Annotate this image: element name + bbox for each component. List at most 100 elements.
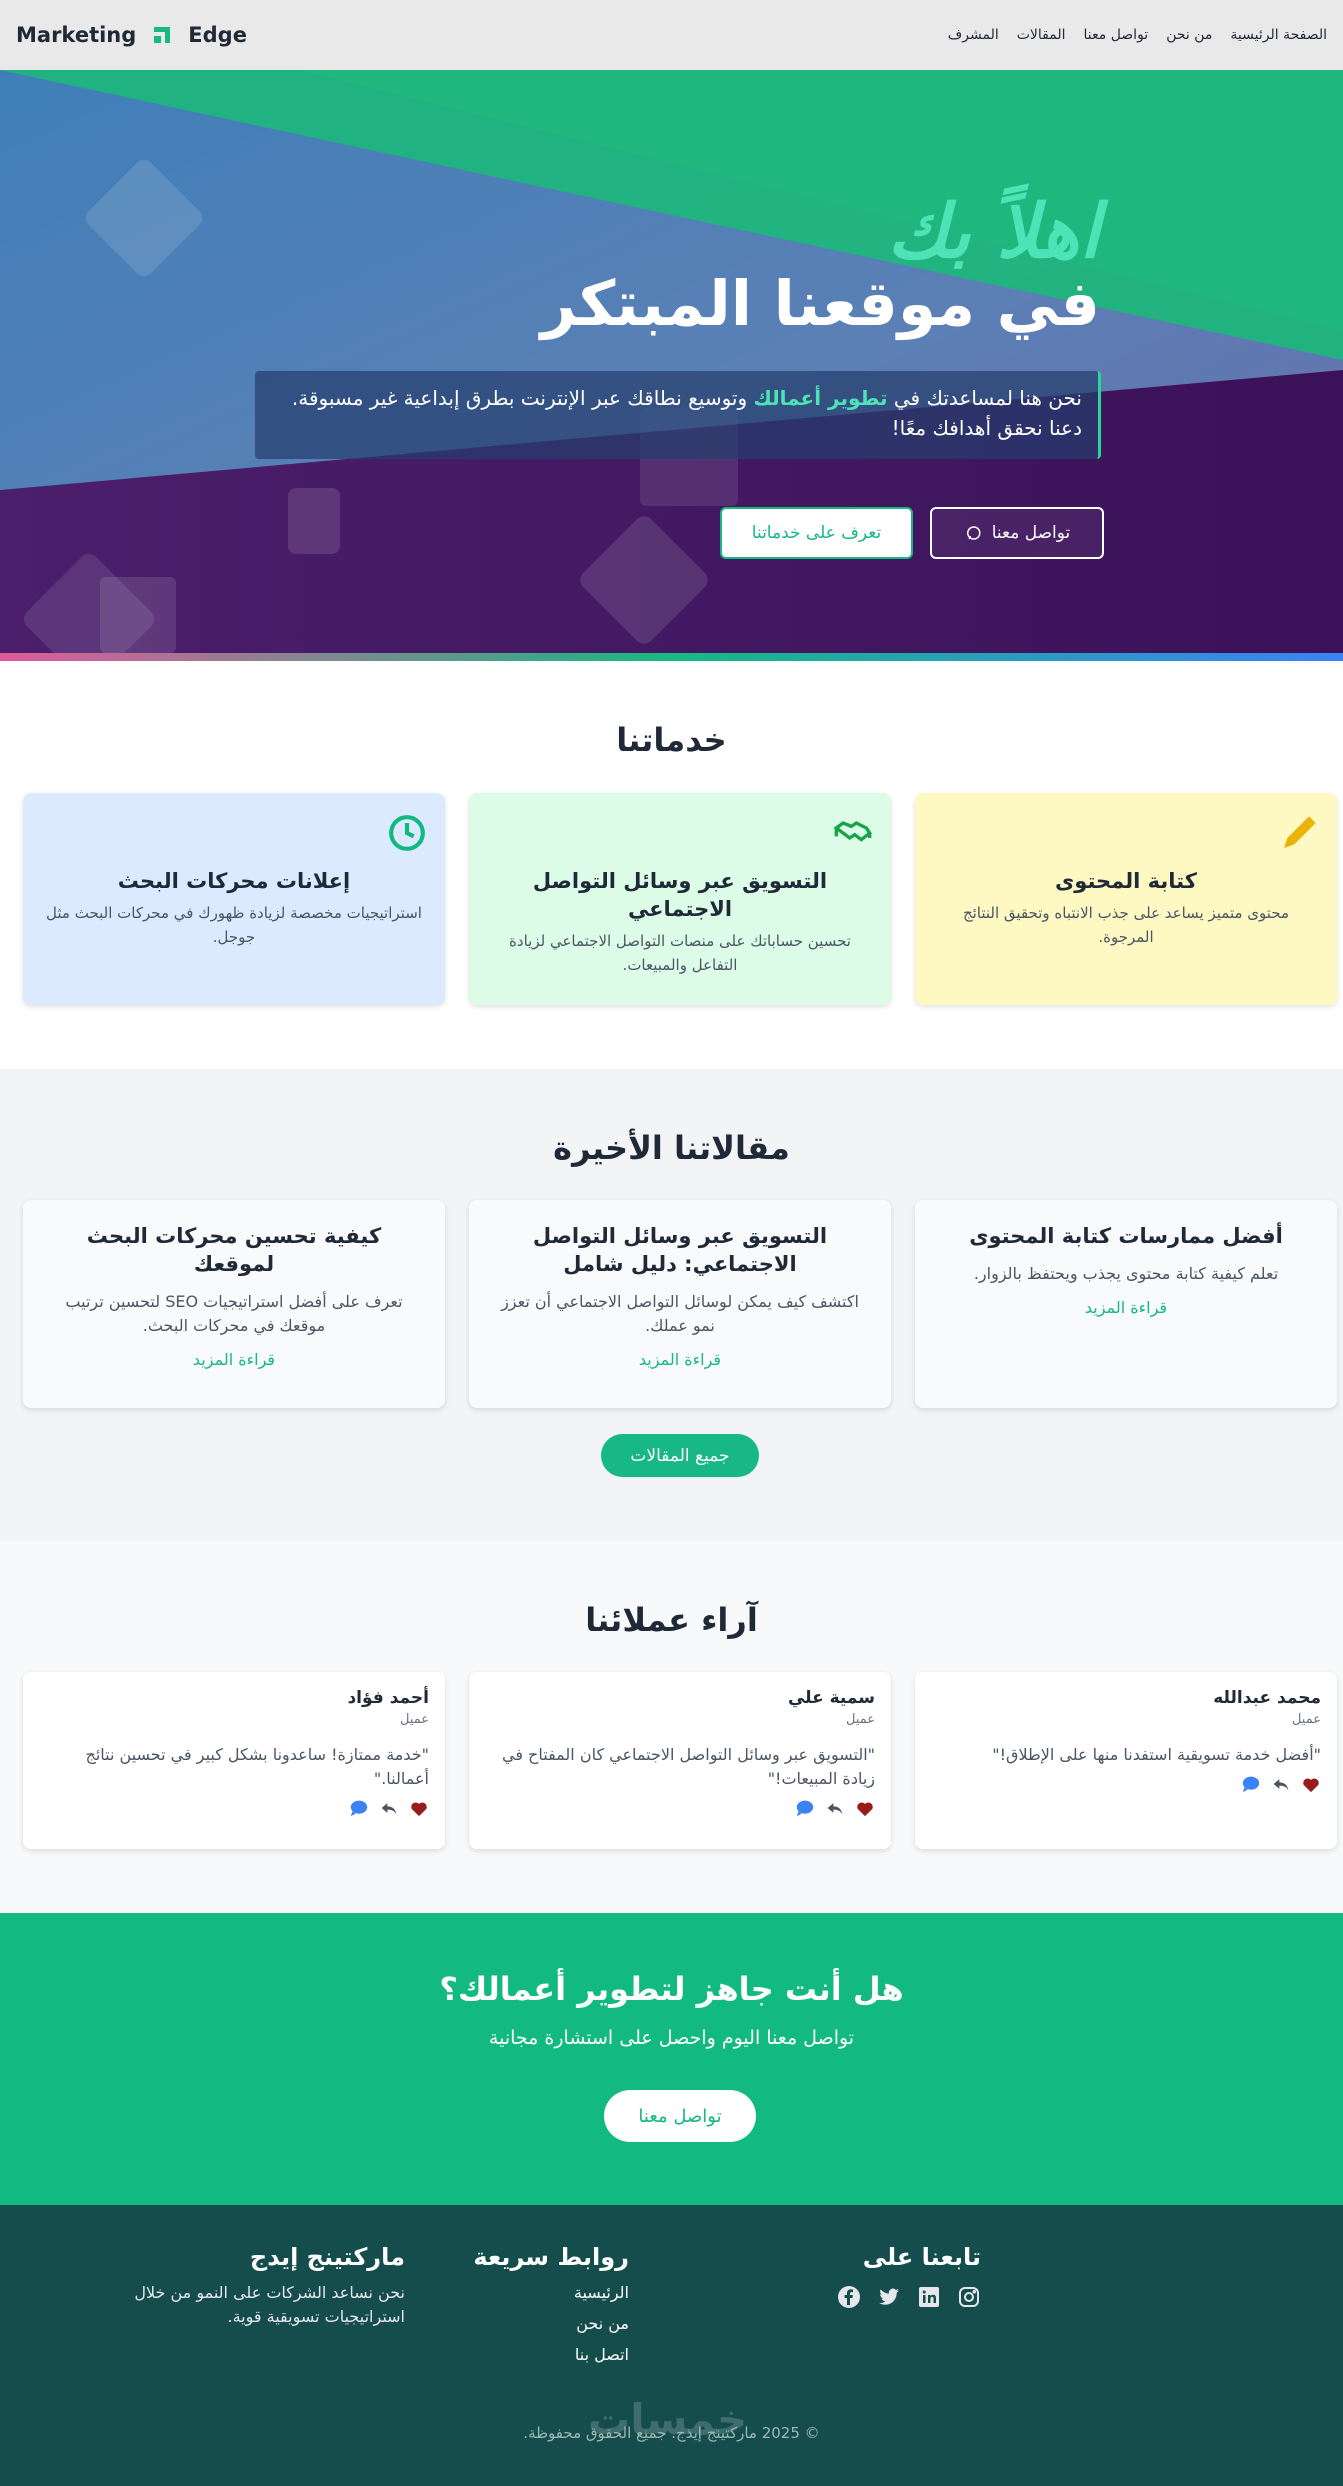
read-more-link[interactable]: قراءة المزيد (495, 1350, 865, 1369)
cta-subtitle: تواصل معنا اليوم واحصل على استشارة مجاني… (488, 2027, 855, 2049)
service-title: كتابة المحتوى (1055, 869, 1197, 893)
services-title: خدماتنا (616, 721, 727, 759)
footer-about: ماركتينج إيدج نحن نساعد الشركات على النم… (115, 2243, 405, 2329)
handshake-icon (833, 821, 872, 842)
hero-contact-button[interactable]: تواصل معنا (930, 507, 1104, 559)
service-desc: تحسين حساباتك على منصات التواصل الاجتماع… (509, 932, 851, 974)
cta-contact-button[interactable]: تواصل معنا (604, 2090, 756, 2142)
pencil-icon (1284, 816, 1316, 848)
footer-links-title: روابط سريعة (473, 2243, 629, 2271)
testimonials-title: آراء عملائنا (585, 1601, 758, 1639)
article-card: أفضل ممارسات كتابة المحتوى تعلم كيفية كت… (915, 1200, 1337, 1408)
testimonial-actions (39, 1799, 429, 1817)
testimonial-name: أحمد فؤاد (347, 1688, 429, 1708)
testimonial-quote: "خدمة ممتازة! ساعدونا بشكل كبير في تحسين… (85, 1745, 430, 1788)
testimonial-name: محمد عبدالله (1213, 1688, 1321, 1708)
footer-quick-links: روابط سريعة الرئيسية من نحن اتصل بنا (473, 2243, 629, 2376)
all-articles-button[interactable]: جميع المقالات (601, 1434, 759, 1477)
service-desc: محتوى متميز يساعد على جذب الانتباه وتحقي… (962, 904, 1290, 946)
testimonials-section: آراء عملائنا محمد عبدالله عميل "أفضل خدم… (0, 1541, 1343, 1913)
twitter-icon[interactable] (877, 2285, 901, 2309)
read-more-link[interactable]: قراءة المزيد (49, 1350, 419, 1369)
nav-link-articles[interactable]: المقالات (1017, 27, 1066, 43)
hero-description-highlight: تطوير أعمالك (753, 386, 888, 410)
article-desc: تعلم كيفية كتابة محتوى يجذب ويحتفظ بالزو… (973, 1264, 1279, 1283)
footer-link-about[interactable]: من نحن (473, 2314, 629, 2333)
footer-follow-title: تابعنا على (862, 2243, 981, 2271)
hero-welcome: اهلاً بك (887, 189, 1100, 275)
comment-icon[interactable] (1241, 1775, 1261, 1793)
services-section: خدماتنا كتابة المحتوى محتوى متميز يساعد … (0, 661, 1343, 1069)
footer-link-home[interactable]: الرئيسية (473, 2283, 629, 2302)
footer-link-contact[interactable]: اتصل بنا (473, 2345, 629, 2364)
heart-icon[interactable] (855, 1799, 875, 1817)
read-more-link[interactable]: قراءة المزيد (941, 1298, 1311, 1317)
hero-background (0, 70, 1343, 661)
testimonial-actions (485, 1799, 875, 1817)
article-title: التسويق عبر وسائل التواصل الاجتماعي: دلي… (532, 1224, 828, 1276)
testimonial-card: محمد عبدالله عميل "أفضل خدمة تسويقية است… (915, 1672, 1337, 1849)
reply-icon[interactable] (825, 1799, 845, 1817)
clock-icon (389, 815, 425, 851)
nav-links: الصفحة الرئيسية من نحن تواصل معنا المقال… (948, 27, 1327, 43)
nav-link-home[interactable]: الصفحة الرئيسية (1230, 27, 1327, 43)
footer-about-title: ماركتينج إيدج (249, 2243, 405, 2271)
linkedin-icon[interactable] (917, 2285, 941, 2309)
articles-section: مقالاتنا الأخيرة أفضل ممارسات كتابة المح… (0, 1069, 1343, 1541)
article-desc: تعرف على أفضل استراتيجيات SEO لتحسين ترت… (65, 1292, 403, 1335)
heart-icon[interactable] (409, 1799, 429, 1817)
testimonial-role: عميل (1291, 1712, 1321, 1727)
hero-description-pre: نحن هنا لمساعدتك في (893, 386, 1082, 410)
testimonial-card: سمية علي عميل "التسويق عبر وسائل التواصل… (469, 1672, 891, 1849)
nav-link-about[interactable]: من نحن (1166, 27, 1212, 43)
article-desc: اكتشف كيف يمكن لوسائل التواصل الاجتماعي … (501, 1292, 859, 1335)
service-title: التسويق عبر وسائل التواصل الاجتماعي (532, 869, 828, 921)
hero-contact-label: تواصل معنا (991, 523, 1071, 543)
hero-services-button[interactable]: تعرف على خدماتنا (720, 507, 913, 559)
footer-about-text: نحن نساعد الشركات على النمو من خلال استر… (134, 2283, 405, 2326)
testimonial-quote: "التسويق عبر وسائل التواصل الاجتماعي كان… (501, 1745, 875, 1788)
chat-icon (966, 526, 981, 540)
hero-gradient-strip (0, 653, 1343, 661)
cta-title: هل أنت جاهز لتطوير أعمالك؟ (439, 1970, 904, 2008)
hero-services-label: تعرف على خدماتنا (751, 523, 882, 543)
footer-social: تابعنا على (837, 2243, 981, 2309)
testimonial-actions (931, 1775, 1321, 1793)
article-card: كيفية تحسين محركات البحث لموقعك تعرف على… (23, 1200, 445, 1408)
navbar: Marketing Edge الصفحة الرئيسية من نحن تو… (0, 0, 1343, 70)
brand-name-left: Marketing (16, 23, 137, 47)
service-desc: استراتيجيات مخصصة لزيادة ظهورك في محركات… (46, 904, 422, 946)
hero-description: نحن هنا لمساعدتك في تطوير أعمالك وتوسيع … (255, 371, 1101, 459)
cta-section: هل أنت جاهز لتطوير أعمالك؟ تواصل معنا ال… (0, 1913, 1343, 2205)
hero-heading: اهلاً بك في موقعنا المبتكر (541, 192, 1100, 344)
article-title: أفضل ممارسات كتابة المحتوى (969, 1224, 1283, 1248)
reply-icon[interactable] (1271, 1775, 1291, 1793)
instagram-icon[interactable] (957, 2285, 981, 2309)
service-card-social: التسويق عبر وسائل التواصل الاجتماعي تحسي… (469, 793, 891, 1005)
nav-link-admin[interactable]: المشرف (948, 27, 999, 43)
comment-icon[interactable] (349, 1799, 369, 1817)
testimonial-name: سمية علي (787, 1688, 875, 1708)
copyright-text: © 2025 ماركتينج إيدج. جميع الحقوق محفوظة… (523, 2424, 820, 2442)
hero-section: اهلاً بك في موقعنا المبتكر نحن هنا لمساع… (0, 70, 1343, 661)
hero-title: في موقعنا المبتكر (540, 267, 1100, 340)
articles-title: مقالاتنا الأخيرة (553, 1129, 790, 1167)
article-card: التسويق عبر وسائل التواصل الاجتماعي: دلي… (469, 1200, 891, 1408)
arrow-logo-icon (154, 27, 171, 43)
footer: ماركتينج إيدج نحن نساعد الشركات على النم… (0, 2205, 1343, 2486)
heart-icon[interactable] (1301, 1775, 1321, 1793)
reply-icon[interactable] (379, 1799, 399, 1817)
article-title: كيفية تحسين محركات البحث لموقعك (86, 1224, 382, 1276)
testimonial-role: عميل (845, 1712, 875, 1727)
facebook-icon[interactable] (837, 2285, 861, 2309)
testimonial-quote: "أفضل خدمة تسويقية استفدنا منها على الإط… (992, 1745, 1321, 1764)
testimonial-role: عميل (399, 1712, 429, 1727)
service-card-search: إعلانات محركات البحث استراتيجيات مخصصة ل… (23, 793, 445, 1005)
testimonial-card: أحمد فؤاد عميل "خدمة ممتازة! ساعدونا بشك… (23, 1672, 445, 1849)
comment-icon[interactable] (795, 1799, 815, 1817)
brand-name-right: Edge (188, 23, 247, 47)
brand-logo[interactable]: Marketing Edge (16, 23, 247, 47)
service-card-content: كتابة المحتوى محتوى متميز يساعد على جذب … (915, 793, 1337, 1005)
nav-link-contact[interactable]: تواصل معنا (1084, 27, 1149, 43)
service-title: إعلانات محركات البحث (117, 869, 351, 893)
